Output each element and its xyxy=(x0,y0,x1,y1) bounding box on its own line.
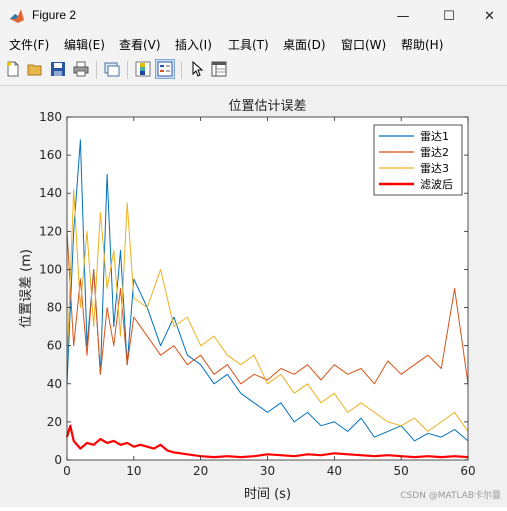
error-chart: 位置估计误差 时间 (s) 位置误差 (m) 0 10 20 30 40 50 60 0 20 4… xyxy=(19,99,476,502)
maximize-button[interactable]: ☐ xyxy=(426,0,472,32)
new-figure-button[interactable] xyxy=(3,59,23,79)
x-tick-label: 60 xyxy=(460,464,475,478)
menu-edit[interactable]: 编辑(E) xyxy=(64,36,105,53)
colorbar-button[interactable] xyxy=(133,59,153,79)
window-title: Figure 2 xyxy=(32,8,77,22)
y-tick-label: 140 xyxy=(39,186,62,200)
menu-help[interactable]: 帮助(H) xyxy=(401,36,443,53)
y-tick-label: 160 xyxy=(39,148,62,162)
property-inspector-icon xyxy=(211,61,227,77)
legend-label: 雷达2 xyxy=(420,146,449,159)
y-tick-label: 100 xyxy=(39,262,62,276)
minimize-icon: — xyxy=(396,8,410,24)
menu-desktop[interactable]: 桌面(D) xyxy=(283,36,326,53)
maximize-icon: ☐ xyxy=(443,8,455,24)
menu-view[interactable]: 查看(V) xyxy=(119,36,161,53)
menu-file[interactable]: 文件(F) xyxy=(9,36,49,53)
close-icon: ✕ xyxy=(484,8,495,24)
figure-area: 位置估计误差 时间 (s) 位置误差 (m) 0 10 20 30 40 50 60 0 20 4… xyxy=(0,86,507,507)
x-tick-label: 20 xyxy=(193,464,208,478)
x-tick-label: 40 xyxy=(327,464,342,478)
colorbar-icon xyxy=(135,61,151,77)
y-tick-label: 180 xyxy=(39,110,62,124)
y-tick-label: 0 xyxy=(54,453,62,467)
y-tick-label: 120 xyxy=(39,224,62,238)
open-file-icon xyxy=(27,64,42,76)
print-icon xyxy=(73,61,89,77)
toolbar-separator xyxy=(127,61,128,79)
pointer-icon xyxy=(192,61,204,77)
menu-window[interactable]: 窗口(W) xyxy=(341,36,386,53)
save-button[interactable] xyxy=(48,59,68,79)
property-inspector-button[interactable] xyxy=(209,59,229,79)
chart-title: 位置估计误差 xyxy=(228,99,306,114)
new-figure-icon xyxy=(7,61,19,77)
y-tick-label: 20 xyxy=(47,415,62,429)
pointer-button[interactable] xyxy=(187,59,207,79)
minimize-button[interactable]: — xyxy=(380,0,426,32)
link-plot-button[interactable] xyxy=(102,59,122,79)
print-button[interactable] xyxy=(71,59,91,79)
legend-label: 雷达3 xyxy=(420,162,449,175)
menu-insert[interactable]: 插入(I) xyxy=(175,36,212,53)
y-tick-label: 80 xyxy=(47,301,62,315)
y-tick-label: 60 xyxy=(47,339,62,353)
toolbar-separator xyxy=(96,61,97,79)
title-bar: Figure 2 — ☐ ✕ xyxy=(0,0,507,32)
x-axis-label: 时间 (s) xyxy=(244,487,291,502)
legend-icon xyxy=(157,61,173,77)
legend-label: 雷达1 xyxy=(420,130,449,143)
toolbar xyxy=(0,56,507,86)
y-axis-label: 位置误差 (m) xyxy=(19,249,34,328)
legend-button[interactable] xyxy=(155,59,175,79)
x-tick-label: 10 xyxy=(126,464,141,478)
x-tick-label: 50 xyxy=(394,464,409,478)
watermark-text: CSDN @MATLAB卡尔曼 xyxy=(400,491,501,501)
link-plot-icon xyxy=(104,62,120,77)
x-tick-label: 0 xyxy=(63,464,71,478)
legend-label: 滤波后 xyxy=(420,178,453,191)
menu-tools[interactable]: 工具(T) xyxy=(228,36,269,53)
menu-bar: 文件(F) 编辑(E) 查看(V) 插入(I) 工具(T) 桌面(D) 窗口(W… xyxy=(0,32,507,56)
open-file-button[interactable] xyxy=(25,59,45,79)
close-button[interactable]: ✕ xyxy=(472,0,507,32)
matlab-logo-icon xyxy=(10,9,24,23)
save-icon xyxy=(51,62,65,76)
y-tick-label: 40 xyxy=(47,377,62,391)
legend[interactable]: 雷达1 雷达2 雷达3 滤波后 xyxy=(373,124,463,196)
toolbar-separator xyxy=(181,61,182,79)
x-tick-label: 30 xyxy=(260,464,275,478)
